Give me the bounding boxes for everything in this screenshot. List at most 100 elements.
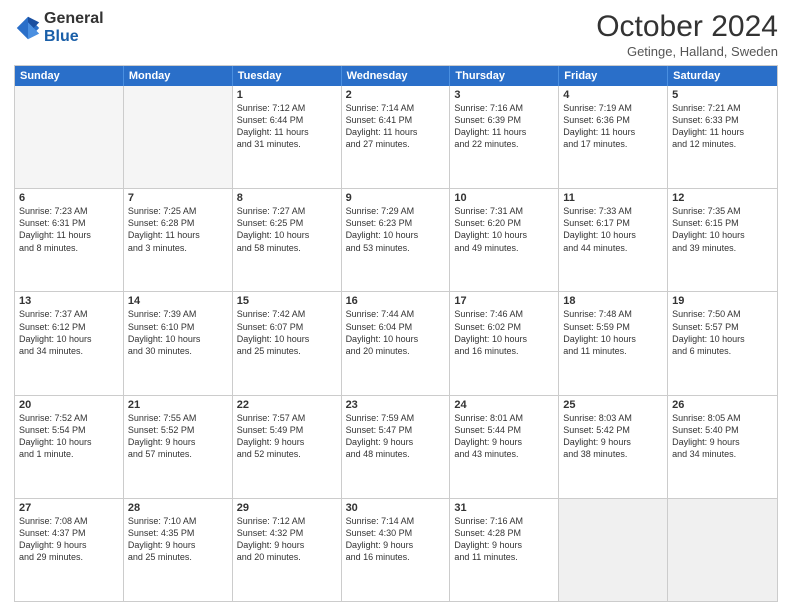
cal-cell-25: 25Sunrise: 8:03 AM Sunset: 5:42 PM Dayli… <box>559 396 668 498</box>
day-number: 24 <box>454 399 554 411</box>
calendar-body: 1Sunrise: 7:12 AM Sunset: 6:44 PM Daylig… <box>15 86 777 601</box>
calendar: SundayMondayTuesdayWednesdayThursdayFrid… <box>14 65 778 602</box>
day-info: Sunrise: 7:59 AM Sunset: 5:47 PM Dayligh… <box>346 412 446 461</box>
day-info: Sunrise: 7:16 AM Sunset: 6:39 PM Dayligh… <box>454 102 554 151</box>
day-number: 13 <box>19 295 119 307</box>
title-block: October 2024 Getinge, Halland, Sweden <box>596 10 778 59</box>
weekday-header-tuesday: Tuesday <box>233 66 342 86</box>
day-number: 9 <box>346 192 446 204</box>
day-number: 1 <box>237 89 337 101</box>
cal-cell-27: 27Sunrise: 7:08 AM Sunset: 4:37 PM Dayli… <box>15 499 124 601</box>
cal-cell-empty-4-5 <box>559 499 668 601</box>
cal-cell-18: 18Sunrise: 7:48 AM Sunset: 5:59 PM Dayli… <box>559 292 668 394</box>
day-number: 14 <box>128 295 228 307</box>
cal-cell-23: 23Sunrise: 7:59 AM Sunset: 5:47 PM Dayli… <box>342 396 451 498</box>
calendar-row-2: 6Sunrise: 7:23 AM Sunset: 6:31 PM Daylig… <box>15 188 777 291</box>
day-info: Sunrise: 7:55 AM Sunset: 5:52 PM Dayligh… <box>128 412 228 461</box>
logo-text: General Blue <box>44 10 104 45</box>
cal-cell-11: 11Sunrise: 7:33 AM Sunset: 6:17 PM Dayli… <box>559 189 668 291</box>
day-info: Sunrise: 7:14 AM Sunset: 6:41 PM Dayligh… <box>346 102 446 151</box>
day-number: 5 <box>672 89 773 101</box>
cal-cell-29: 29Sunrise: 7:12 AM Sunset: 4:32 PM Dayli… <box>233 499 342 601</box>
day-number: 29 <box>237 502 337 514</box>
cal-cell-14: 14Sunrise: 7:39 AM Sunset: 6:10 PM Dayli… <box>124 292 233 394</box>
month-title: October 2024 <box>596 10 778 44</box>
day-info: Sunrise: 7:12 AM Sunset: 6:44 PM Dayligh… <box>237 102 337 151</box>
day-info: Sunrise: 7:10 AM Sunset: 4:35 PM Dayligh… <box>128 515 228 564</box>
weekday-header-sunday: Sunday <box>15 66 124 86</box>
cal-cell-22: 22Sunrise: 7:57 AM Sunset: 5:49 PM Dayli… <box>233 396 342 498</box>
logo: General Blue <box>14 10 104 45</box>
cal-cell-9: 9Sunrise: 7:29 AM Sunset: 6:23 PM Daylig… <box>342 189 451 291</box>
cal-cell-10: 10Sunrise: 7:31 AM Sunset: 6:20 PM Dayli… <box>450 189 559 291</box>
cal-cell-empty-4-6 <box>668 499 777 601</box>
cal-cell-16: 16Sunrise: 7:44 AM Sunset: 6:04 PM Dayli… <box>342 292 451 394</box>
day-info: Sunrise: 7:48 AM Sunset: 5:59 PM Dayligh… <box>563 308 663 357</box>
cal-cell-empty-0-1 <box>124 86 233 188</box>
day-info: Sunrise: 7:16 AM Sunset: 4:28 PM Dayligh… <box>454 515 554 564</box>
cal-cell-13: 13Sunrise: 7:37 AM Sunset: 6:12 PM Dayli… <box>15 292 124 394</box>
day-number: 23 <box>346 399 446 411</box>
day-info: Sunrise: 7:21 AM Sunset: 6:33 PM Dayligh… <box>672 102 773 151</box>
day-info: Sunrise: 7:31 AM Sunset: 6:20 PM Dayligh… <box>454 205 554 254</box>
cal-cell-20: 20Sunrise: 7:52 AM Sunset: 5:54 PM Dayli… <box>15 396 124 498</box>
day-number: 27 <box>19 502 119 514</box>
weekday-header-wednesday: Wednesday <box>342 66 451 86</box>
day-number: 11 <box>563 192 663 204</box>
location-subtitle: Getinge, Halland, Sweden <box>596 44 778 59</box>
day-info: Sunrise: 7:57 AM Sunset: 5:49 PM Dayligh… <box>237 412 337 461</box>
day-info: Sunrise: 7:33 AM Sunset: 6:17 PM Dayligh… <box>563 205 663 254</box>
day-info: Sunrise: 7:46 AM Sunset: 6:02 PM Dayligh… <box>454 308 554 357</box>
day-number: 8 <box>237 192 337 204</box>
day-info: Sunrise: 8:03 AM Sunset: 5:42 PM Dayligh… <box>563 412 663 461</box>
day-info: Sunrise: 7:42 AM Sunset: 6:07 PM Dayligh… <box>237 308 337 357</box>
page: General Blue October 2024 Getinge, Halla… <box>0 0 792 612</box>
cal-cell-31: 31Sunrise: 7:16 AM Sunset: 4:28 PM Dayli… <box>450 499 559 601</box>
cal-cell-30: 30Sunrise: 7:14 AM Sunset: 4:30 PM Dayli… <box>342 499 451 601</box>
day-info: Sunrise: 7:14 AM Sunset: 4:30 PM Dayligh… <box>346 515 446 564</box>
day-number: 15 <box>237 295 337 307</box>
day-number: 19 <box>672 295 773 307</box>
cal-cell-6: 6Sunrise: 7:23 AM Sunset: 6:31 PM Daylig… <box>15 189 124 291</box>
day-number: 12 <box>672 192 773 204</box>
cal-cell-3: 3Sunrise: 7:16 AM Sunset: 6:39 PM Daylig… <box>450 86 559 188</box>
cal-cell-26: 26Sunrise: 8:05 AM Sunset: 5:40 PM Dayli… <box>668 396 777 498</box>
cal-cell-19: 19Sunrise: 7:50 AM Sunset: 5:57 PM Dayli… <box>668 292 777 394</box>
day-number: 2 <box>346 89 446 101</box>
day-info: Sunrise: 7:44 AM Sunset: 6:04 PM Dayligh… <box>346 308 446 357</box>
day-number: 7 <box>128 192 228 204</box>
calendar-header: SundayMondayTuesdayWednesdayThursdayFrid… <box>15 66 777 86</box>
day-info: Sunrise: 7:29 AM Sunset: 6:23 PM Dayligh… <box>346 205 446 254</box>
logo-blue: Blue <box>44 28 79 45</box>
day-info: Sunrise: 7:37 AM Sunset: 6:12 PM Dayligh… <box>19 308 119 357</box>
day-number: 18 <box>563 295 663 307</box>
day-info: Sunrise: 8:05 AM Sunset: 5:40 PM Dayligh… <box>672 412 773 461</box>
day-number: 3 <box>454 89 554 101</box>
weekday-header-monday: Monday <box>124 66 233 86</box>
day-number: 26 <box>672 399 773 411</box>
day-info: Sunrise: 8:01 AM Sunset: 5:44 PM Dayligh… <box>454 412 554 461</box>
weekday-header-saturday: Saturday <box>668 66 777 86</box>
calendar-row-1: 1Sunrise: 7:12 AM Sunset: 6:44 PM Daylig… <box>15 86 777 188</box>
day-number: 21 <box>128 399 228 411</box>
day-info: Sunrise: 7:08 AM Sunset: 4:37 PM Dayligh… <box>19 515 119 564</box>
day-info: Sunrise: 7:27 AM Sunset: 6:25 PM Dayligh… <box>237 205 337 254</box>
day-info: Sunrise: 7:19 AM Sunset: 6:36 PM Dayligh… <box>563 102 663 151</box>
day-number: 30 <box>346 502 446 514</box>
cal-cell-empty-0-0 <box>15 86 124 188</box>
day-info: Sunrise: 7:52 AM Sunset: 5:54 PM Dayligh… <box>19 412 119 461</box>
cal-cell-2: 2Sunrise: 7:14 AM Sunset: 6:41 PM Daylig… <box>342 86 451 188</box>
cal-cell-24: 24Sunrise: 8:01 AM Sunset: 5:44 PM Dayli… <box>450 396 559 498</box>
day-number: 6 <box>19 192 119 204</box>
day-number: 22 <box>237 399 337 411</box>
day-info: Sunrise: 7:12 AM Sunset: 4:32 PM Dayligh… <box>237 515 337 564</box>
day-number: 20 <box>19 399 119 411</box>
day-number: 28 <box>128 502 228 514</box>
cal-cell-28: 28Sunrise: 7:10 AM Sunset: 4:35 PM Dayli… <box>124 499 233 601</box>
logo-icon <box>14 14 42 42</box>
day-number: 4 <box>563 89 663 101</box>
day-number: 25 <box>563 399 663 411</box>
calendar-row-4: 20Sunrise: 7:52 AM Sunset: 5:54 PM Dayli… <box>15 395 777 498</box>
weekday-header-thursday: Thursday <box>450 66 559 86</box>
day-number: 17 <box>454 295 554 307</box>
